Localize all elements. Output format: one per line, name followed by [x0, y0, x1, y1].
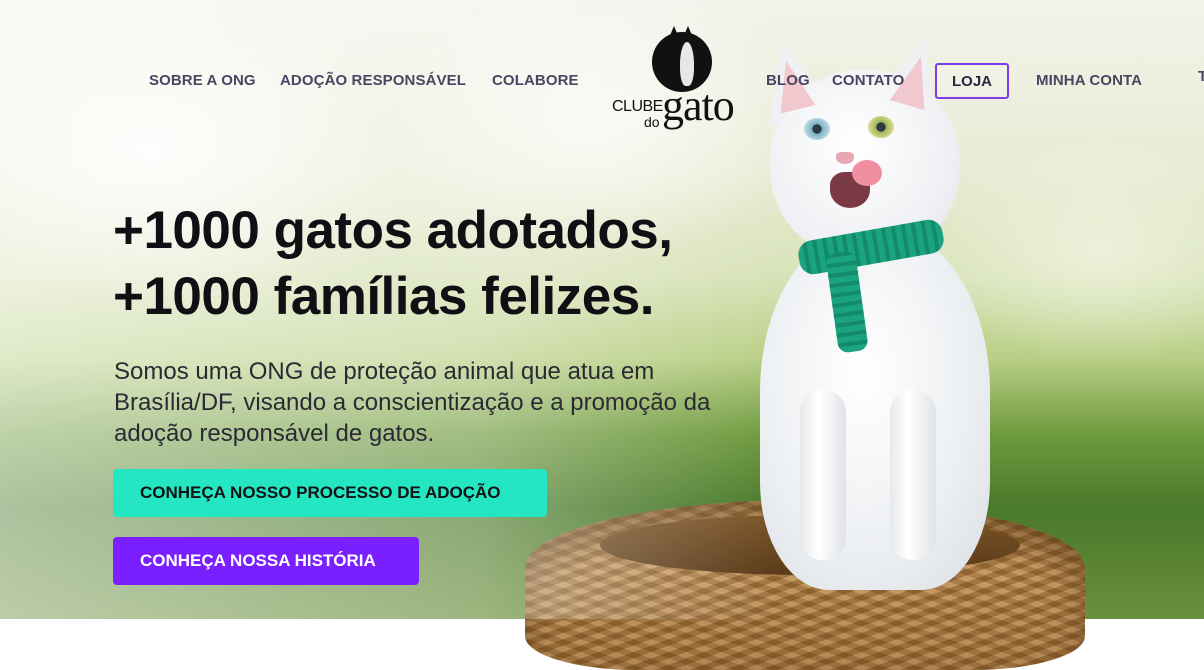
nav-sobre-a-ong[interactable]: SOBRE A ONG	[149, 72, 256, 89]
nav-loja-button[interactable]: LOJA	[935, 63, 1009, 99]
logo-cat-ear-icon	[668, 26, 680, 40]
logo-cat-silhouette-icon	[680, 42, 694, 86]
logo-cat-ear-icon	[682, 26, 694, 40]
nav-minha-conta[interactable]: MINHA CONTA	[1036, 72, 1142, 89]
hero-title-line-2: +1000 famílias felizes.	[113, 267, 654, 326]
logo-do-text: do	[644, 114, 660, 130]
hero-title-line-1: +1000 gatos adotados,	[113, 201, 673, 260]
hero-title: +1000 gatos adotados, +1000 famílias fel…	[113, 198, 673, 330]
nav-contato[interactable]: CONTATO	[832, 72, 904, 89]
logo-gato-text: gato	[662, 81, 735, 130]
nav-colabore[interactable]: COLABORE	[492, 72, 579, 89]
nav-adocao-responsavel[interactable]: ADOÇÃO RESPONSÁVEL	[280, 72, 466, 89]
hero-description: Somos uma ONG de proteção animal que atu…	[114, 358, 711, 447]
clube-do-gato-logo[interactable]: CLUBE do gato	[610, 26, 735, 132]
nav-blog[interactable]: BLOG	[766, 72, 810, 89]
adoption-process-button[interactable]: CONHEÇA NOSSO PROCESSO DE ADOÇÃO	[113, 469, 547, 517]
our-history-button[interactable]: CONHEÇA NOSSA HISTÓRIA	[113, 537, 419, 585]
nav-overflow-item[interactable]: T	[1198, 68, 1204, 85]
